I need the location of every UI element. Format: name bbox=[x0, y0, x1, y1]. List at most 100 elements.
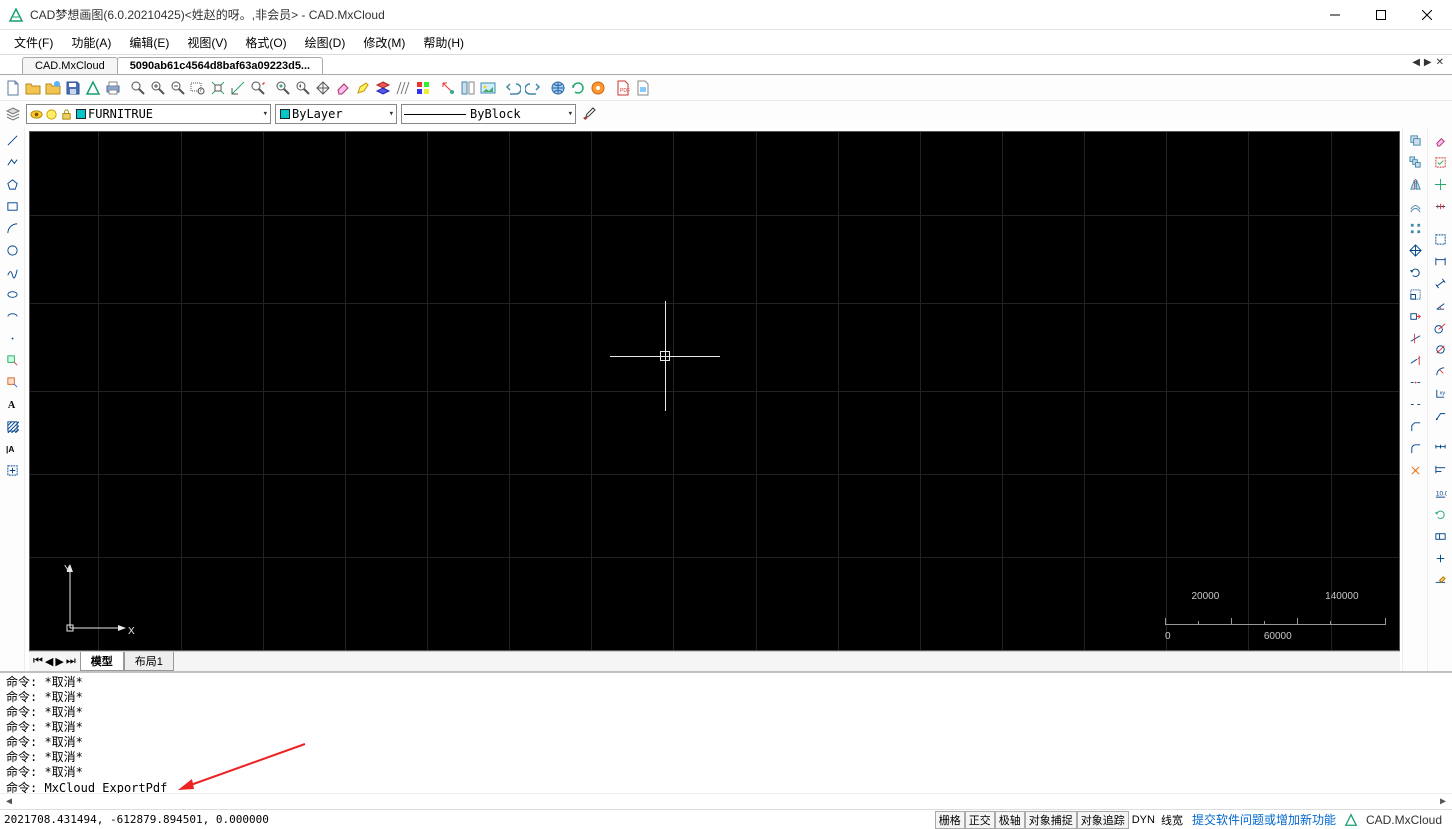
pan-button[interactable] bbox=[313, 78, 332, 97]
quick-select-button[interactable] bbox=[1431, 175, 1450, 194]
copy-multiple-button[interactable] bbox=[1406, 153, 1425, 172]
tab-nav-next-icon[interactable]: ▶ bbox=[1424, 57, 1432, 68]
status-toggle-lweight[interactable]: 线宽 bbox=[1158, 811, 1186, 829]
circle-button[interactable] bbox=[3, 241, 22, 260]
feedback-link[interactable]: 提交软件问题或增加新功能 bbox=[1186, 811, 1342, 828]
dim-continue-button[interactable] bbox=[1431, 439, 1450, 458]
layout-tab-layout1[interactable]: 布局1 bbox=[124, 652, 174, 671]
zoom-button[interactable] bbox=[128, 78, 147, 97]
dim-leader-button[interactable] bbox=[1431, 406, 1450, 425]
status-toggle-otrack[interactable]: 对象追踪 bbox=[1077, 811, 1129, 829]
layout-nav-last-icon[interactable]: ⏭ bbox=[66, 655, 76, 668]
array-button[interactable] bbox=[1406, 219, 1425, 238]
region-button[interactable] bbox=[3, 461, 22, 480]
status-toggle-grid[interactable]: 栅格 bbox=[935, 811, 965, 829]
status-toggle-osnap[interactable]: 对象捕捉 bbox=[1025, 811, 1077, 829]
print-button[interactable] bbox=[103, 78, 122, 97]
match-props-button[interactable] bbox=[438, 78, 457, 97]
doc-tab-active[interactable]: 5090ab61c4564d8baf63a09223d5... bbox=[117, 57, 323, 74]
highlight-button[interactable] bbox=[353, 78, 372, 97]
undo-button[interactable] bbox=[503, 78, 522, 97]
mirror-button[interactable] bbox=[1406, 175, 1425, 194]
layout-nav-prev-icon[interactable]: ◀ bbox=[45, 655, 53, 668]
scroll-left-icon[interactable]: ◀ bbox=[6, 796, 12, 807]
command-input[interactable] bbox=[44, 780, 1446, 793]
line-button[interactable] bbox=[3, 131, 22, 150]
settings-button[interactable] bbox=[588, 78, 607, 97]
chamfer-button[interactable] bbox=[1406, 417, 1425, 436]
zoom-extents-button[interactable] bbox=[208, 78, 227, 97]
dim-edit-button[interactable] bbox=[1431, 571, 1450, 590]
layout-tab-model[interactable]: 模型 bbox=[80, 652, 124, 671]
fillet-button[interactable] bbox=[1406, 439, 1425, 458]
menu-format[interactable]: 格式(O) bbox=[236, 31, 295, 54]
dim-baseline-button[interactable] bbox=[1431, 461, 1450, 480]
zoom-window-button[interactable] bbox=[188, 78, 207, 97]
text-button[interactable]: A bbox=[3, 395, 22, 414]
web-button[interactable] bbox=[548, 78, 567, 97]
dim-linear-button[interactable] bbox=[1431, 252, 1450, 271]
polygon-button[interactable] bbox=[3, 175, 22, 194]
regen-button[interactable] bbox=[273, 78, 292, 97]
dim-update-button[interactable] bbox=[1431, 505, 1450, 524]
tab-nav-prev-icon[interactable]: ◀ bbox=[1412, 57, 1420, 68]
extend-button[interactable] bbox=[1406, 351, 1425, 370]
hatch-button[interactable] bbox=[393, 78, 412, 97]
stretch-button[interactable] bbox=[1406, 307, 1425, 326]
layout-nav-first-icon[interactable]: ⏮ bbox=[33, 655, 43, 668]
paintbrush-button[interactable] bbox=[580, 105, 599, 124]
polyline-button[interactable] bbox=[3, 153, 22, 172]
command-log[interactable]: 命令: *取消* 命令: *取消* 命令: *取消* 命令: *取消* 命令: … bbox=[0, 673, 1452, 793]
tab-nav-close-icon[interactable]: ✕ bbox=[1436, 57, 1444, 68]
trim-button[interactable] bbox=[1406, 329, 1425, 348]
spline-button[interactable] bbox=[3, 263, 22, 282]
menu-edit[interactable]: 编辑(E) bbox=[120, 31, 178, 54]
menu-function[interactable]: 功能(A) bbox=[62, 31, 120, 54]
hatch-tool-button[interactable] bbox=[3, 417, 22, 436]
menu-modify[interactable]: 修改(M) bbox=[354, 31, 414, 54]
copy-button[interactable] bbox=[1406, 131, 1425, 150]
dim-diameter-button[interactable] bbox=[1431, 340, 1450, 359]
menu-help[interactable]: 帮助(H) bbox=[414, 31, 473, 54]
zoom-out-button[interactable] bbox=[168, 78, 187, 97]
tolerance-button[interactable] bbox=[1431, 527, 1450, 546]
dim-style-button[interactable]: 10.0 bbox=[1431, 483, 1450, 502]
save-button[interactable] bbox=[63, 78, 82, 97]
zoom-in-button[interactable] bbox=[148, 78, 167, 97]
refresh-button[interactable] bbox=[568, 78, 587, 97]
export-pdf-button[interactable]: PDF bbox=[613, 78, 632, 97]
logo-button[interactable] bbox=[83, 78, 102, 97]
ellipse-arc-button[interactable] bbox=[3, 307, 22, 326]
arc-button[interactable] bbox=[3, 219, 22, 238]
redo-button[interactable] bbox=[523, 78, 542, 97]
scroll-right-icon[interactable]: ▶ bbox=[1440, 796, 1446, 807]
open-file-button[interactable] bbox=[23, 78, 42, 97]
close-button[interactable] bbox=[1404, 1, 1450, 29]
rectangle-button[interactable] bbox=[3, 197, 22, 216]
color-combo[interactable]: ByLayer ▾ bbox=[275, 104, 397, 124]
erase-button[interactable] bbox=[1431, 131, 1450, 150]
rotate-button[interactable] bbox=[1406, 263, 1425, 282]
linetype-combo[interactable]: ByBlock ▾ bbox=[401, 104, 576, 124]
export-image-button[interactable] bbox=[633, 78, 652, 97]
open-cloud-button[interactable] bbox=[43, 78, 62, 97]
doc-tab-inactive[interactable]: CAD.MxCloud bbox=[22, 57, 118, 74]
layout-nav-next-icon[interactable]: ▶ bbox=[55, 655, 63, 668]
color-pick-button[interactable] bbox=[413, 78, 432, 97]
status-toggle-ortho[interactable]: 正交 bbox=[965, 811, 995, 829]
point-button[interactable] bbox=[3, 329, 22, 348]
layer-manager-button[interactable] bbox=[3, 105, 22, 124]
insert-block-button[interactable] bbox=[3, 351, 22, 370]
break-button[interactable] bbox=[1406, 395, 1425, 414]
eraser-button[interactable] bbox=[333, 78, 352, 97]
menu-view[interactable]: 视图(V) bbox=[178, 31, 236, 54]
offset-button[interactable] bbox=[1406, 197, 1425, 216]
menu-file[interactable]: 文件(F) bbox=[5, 31, 62, 54]
make-block-button[interactable] bbox=[3, 373, 22, 392]
dim-angular-button[interactable] bbox=[1431, 296, 1450, 315]
zoom-previous-button[interactable] bbox=[293, 78, 312, 97]
mtext-button[interactable]: |A bbox=[3, 439, 22, 458]
new-file-button[interactable] bbox=[3, 78, 22, 97]
status-toggle-dyn[interactable]: DYN bbox=[1129, 811, 1158, 829]
ellipse-button[interactable] bbox=[3, 285, 22, 304]
